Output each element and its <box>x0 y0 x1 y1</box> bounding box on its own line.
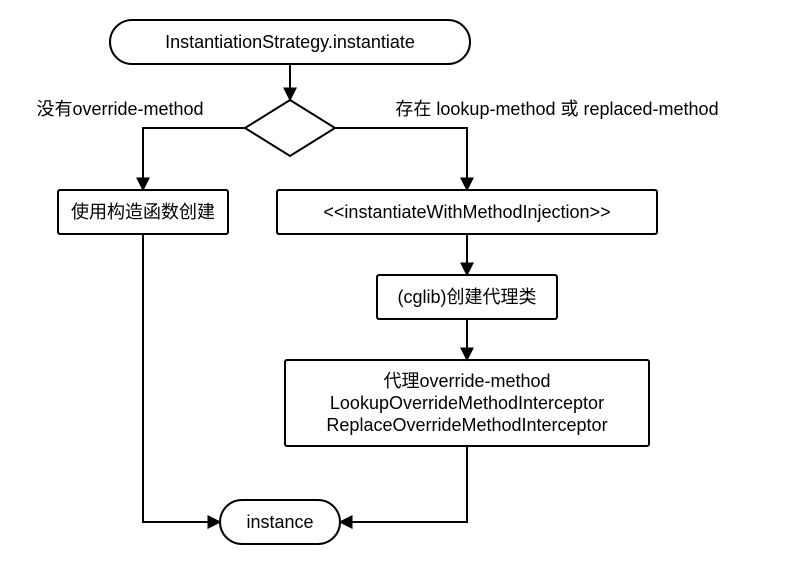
edge-left-label: 没有override-method <box>36 99 203 119</box>
node-start: InstantiationStrategy.instantiate <box>110 20 470 64</box>
right2-label: (cglib)创建代理类 <box>397 287 536 307</box>
right3-line2: LookupOverrideMethodInterceptor <box>330 393 604 413</box>
node-decision <box>245 100 335 156</box>
node-right2: (cglib)创建代理类 <box>377 275 557 319</box>
left1-label: 使用构造函数创建 <box>71 202 215 222</box>
right3-line1: 代理override-method <box>383 371 550 391</box>
right3-line3: ReplaceOverrideMethodInterceptor <box>326 415 607 435</box>
edge-decision-right <box>335 128 467 190</box>
right1-label: <<instantiateWithMethodInjection>> <box>323 202 610 222</box>
node-left1: 使用构造函数创建 <box>58 190 228 234</box>
end-label: instance <box>246 512 313 532</box>
node-end: instance <box>220 500 340 544</box>
edge-right-label-a: 存在 lookup-method 或 replaced-method <box>395 99 718 119</box>
node-right3: 代理override-method LookupOverrideMethodIn… <box>285 360 649 446</box>
edge-decision-left <box>143 128 245 190</box>
flowchart-svg: InstantiationStrategy.instantiate 使用构造函数… <box>0 0 800 587</box>
node-right1: <<instantiateWithMethodInjection>> <box>277 190 657 234</box>
edge-left1-end <box>143 234 220 522</box>
start-label: InstantiationStrategy.instantiate <box>165 32 415 52</box>
edge-right3-end <box>340 446 467 522</box>
